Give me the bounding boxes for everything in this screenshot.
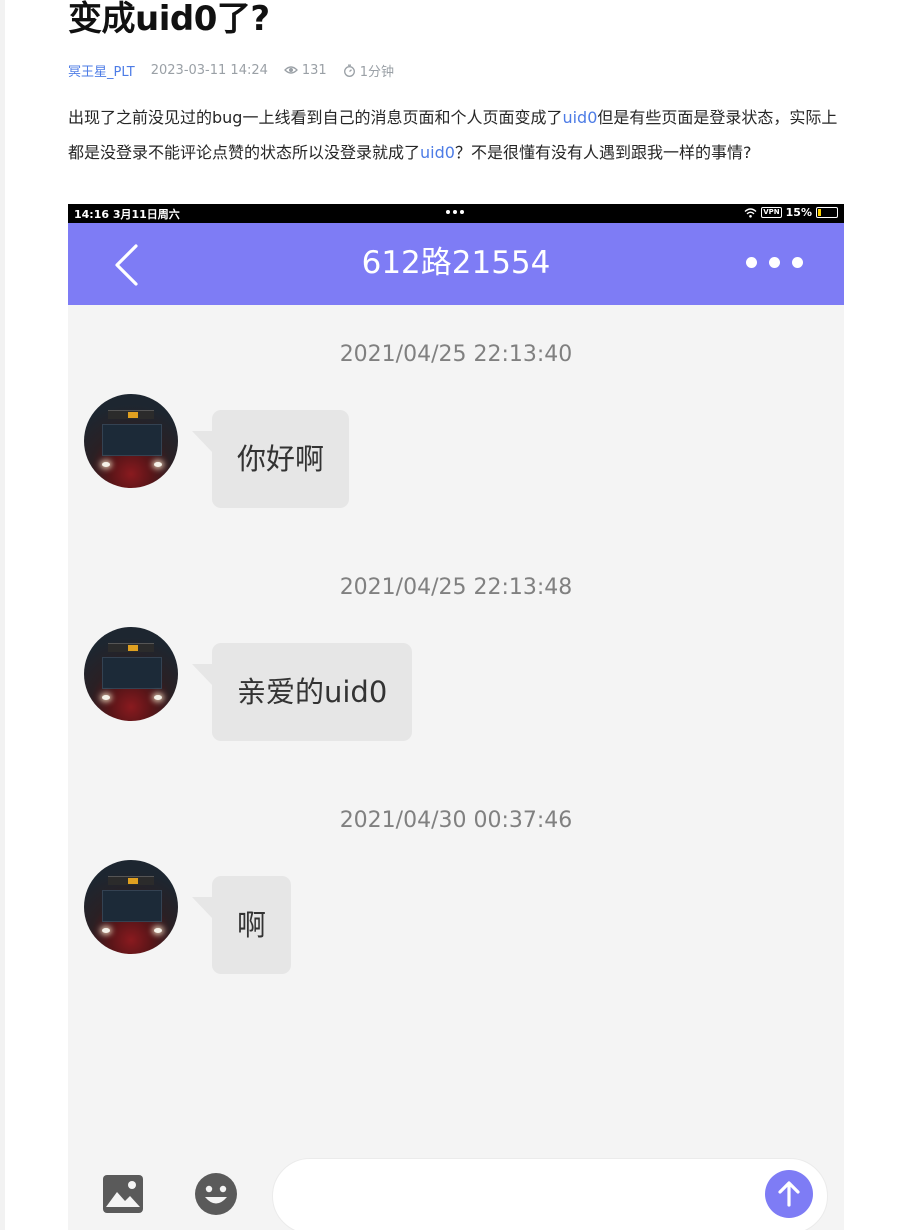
avatar[interactable] bbox=[84, 627, 178, 721]
image-icon[interactable] bbox=[102, 1174, 144, 1214]
article: 变成uid0了? 冥王星_PLT 2023-03-11 14:24 131 1分… bbox=[5, 0, 906, 1230]
emoji-icon[interactable] bbox=[194, 1172, 238, 1216]
post-title: 变成uid0了? bbox=[68, 0, 270, 39]
chat-screenshot: 14:16 3月11日周六 VPN 15% 612路21554 2021/04/… bbox=[68, 204, 844, 1230]
more-dots-icon[interactable] bbox=[746, 257, 803, 268]
read-time-value: 1分钟 bbox=[359, 64, 394, 80]
author-link[interactable]: 冥王星_PLT bbox=[68, 61, 135, 80]
read-time: 1分钟 bbox=[343, 61, 394, 80]
timer-icon bbox=[343, 64, 355, 77]
body-text-1: 出现了之前没见过的bug一上线看到自己的消息页面和个人页面变成了 bbox=[68, 108, 563, 127]
message-composer bbox=[68, 1154, 844, 1230]
arrow-up-icon bbox=[778, 1181, 800, 1207]
avatar[interactable] bbox=[84, 860, 178, 954]
message-input[interactable] bbox=[272, 1158, 828, 1230]
status-bar: 14:16 3月11日周六 VPN 15% bbox=[68, 204, 844, 223]
chat-header: 612路21554 bbox=[68, 223, 844, 305]
status-right: VPN 15% bbox=[744, 206, 838, 219]
battery-percent: 15% bbox=[785, 206, 812, 219]
battery-icon bbox=[816, 207, 838, 218]
multitask-dots-icon bbox=[446, 210, 464, 214]
eye-icon bbox=[283, 66, 298, 74]
message-timestamp: 2021/04/30 00:37:46 bbox=[339, 808, 573, 833]
view-count: 131 bbox=[283, 62, 327, 78]
wifi-icon bbox=[744, 207, 757, 218]
post-meta: 冥王星_PLT 2023-03-11 14:24 131 1分钟 bbox=[68, 60, 410, 80]
post-body: 出现了之前没见过的bug一上线看到自己的消息页面和个人页面变成了uid0但是有些… bbox=[68, 100, 848, 170]
message-timestamp: 2021/04/25 22:13:40 bbox=[339, 342, 573, 367]
body-text-3: ？不是很懂有没有人遇到跟我一样的事情? bbox=[454, 143, 752, 162]
chat-title: 612路21554 bbox=[361, 245, 551, 281]
uid0-link[interactable]: uid0 bbox=[562, 108, 597, 127]
message-bubble: 啊 bbox=[191, 876, 292, 974]
message-bubble: 亲爱的uid0 bbox=[191, 643, 413, 741]
avatar[interactable] bbox=[84, 394, 178, 488]
send-button[interactable] bbox=[765, 1170, 813, 1218]
message-bubble: 你好啊 bbox=[191, 410, 350, 508]
view-count-value: 131 bbox=[301, 62, 327, 78]
message-timestamp: 2021/04/25 22:13:48 bbox=[339, 575, 573, 600]
status-time: 14:16 3月11日周六 bbox=[74, 208, 180, 221]
uid0-link[interactable]: uid0 bbox=[420, 143, 455, 162]
vpn-badge: VPN bbox=[761, 207, 782, 218]
post-date: 2023-03-11 14:24 bbox=[150, 62, 268, 78]
